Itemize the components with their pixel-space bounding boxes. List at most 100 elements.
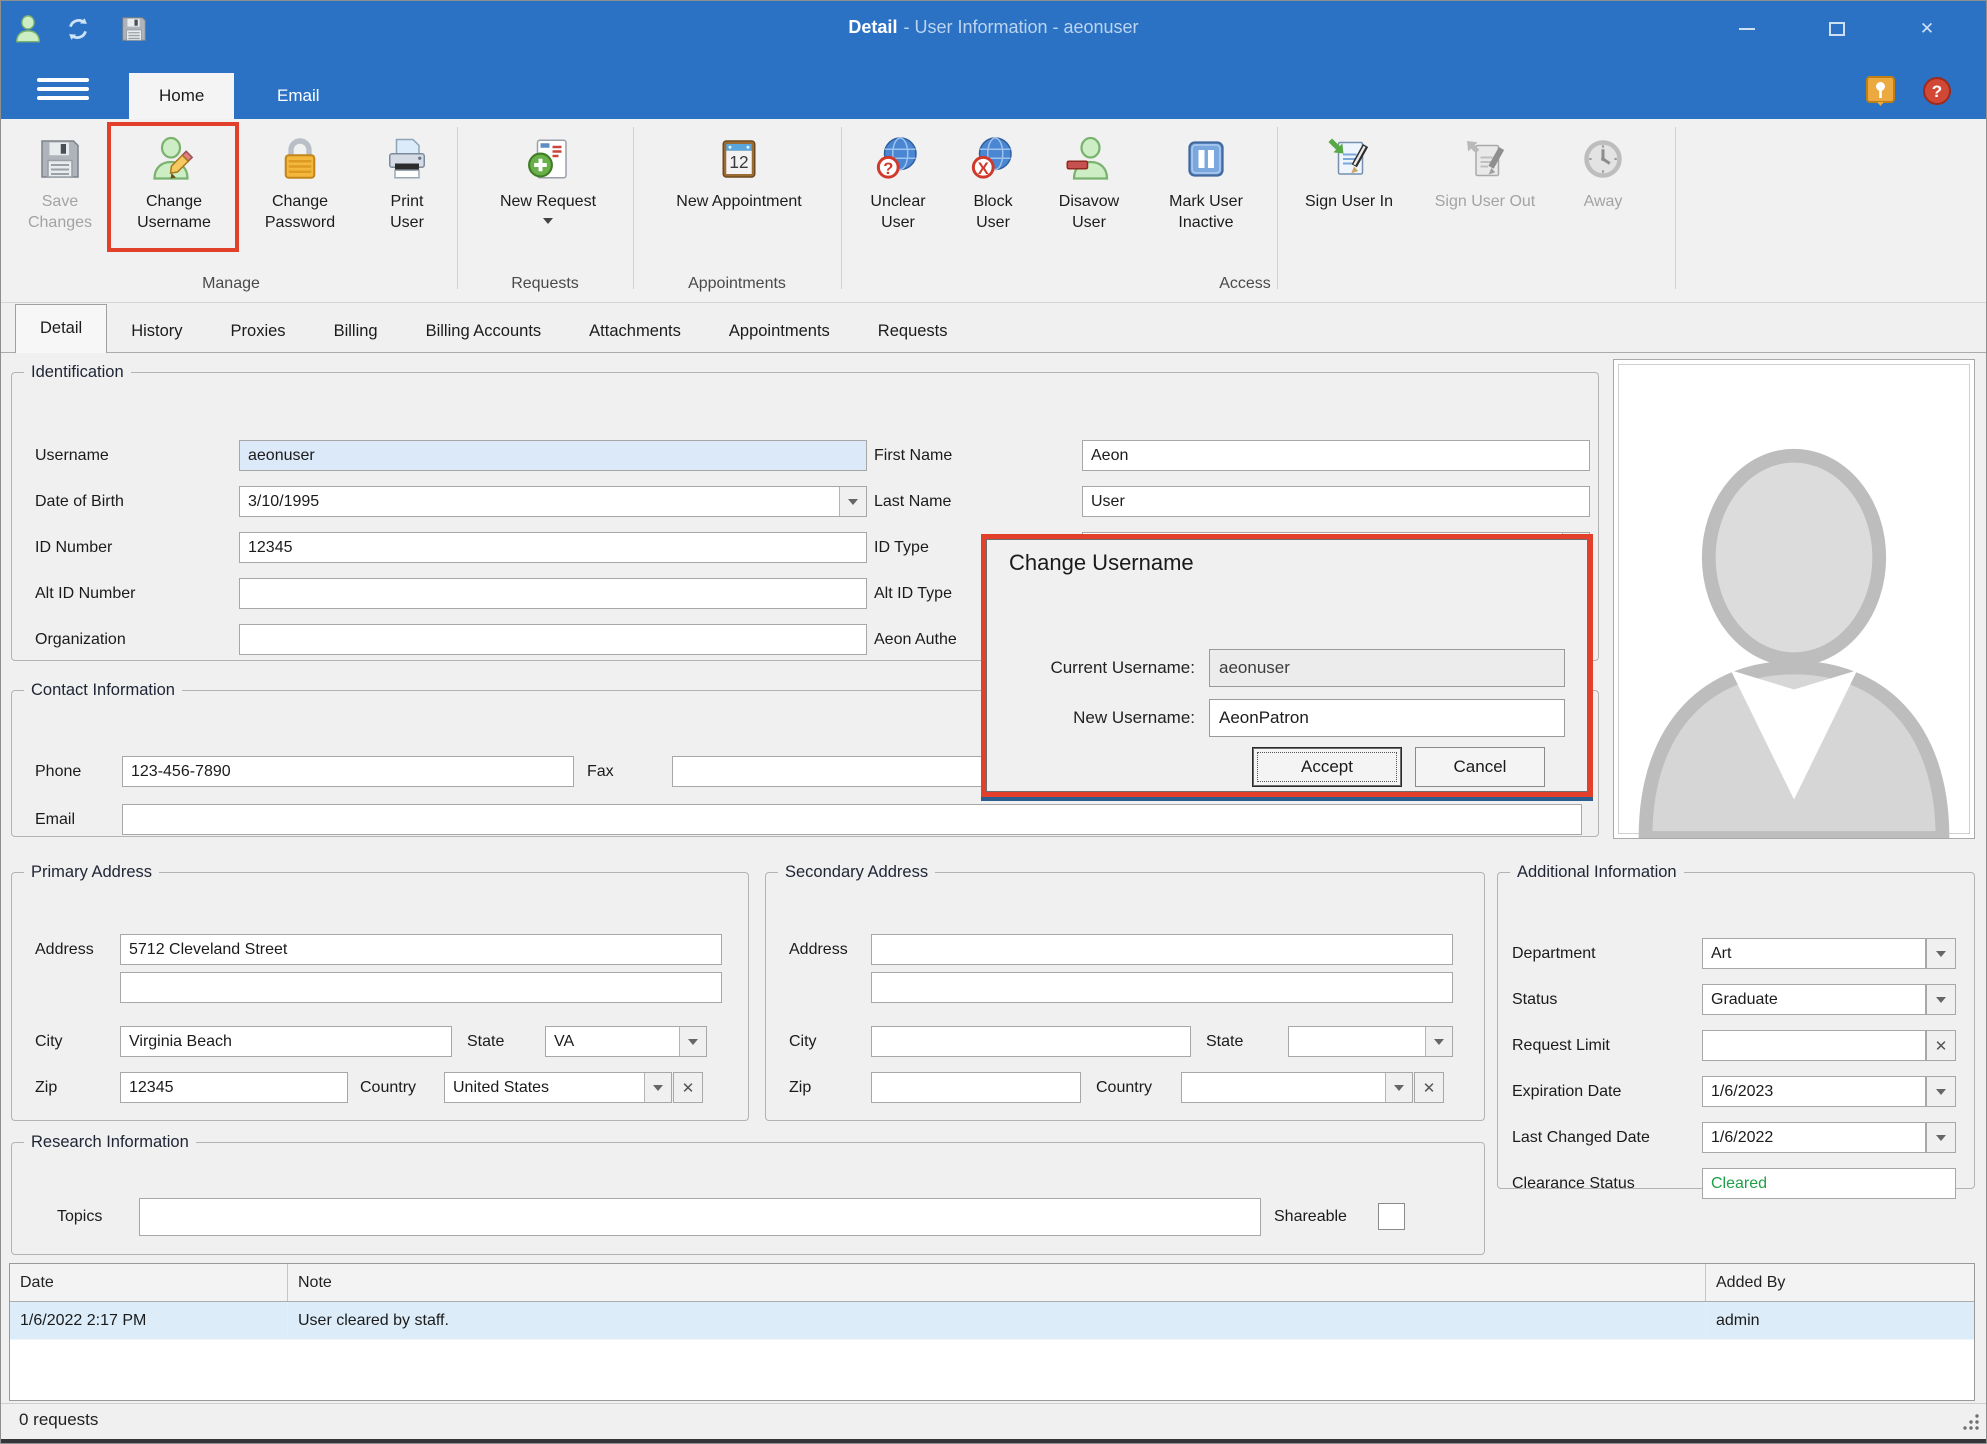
dropdown-arrow-icon[interactable] <box>1425 1027 1452 1056</box>
resize-grip-icon[interactable] <box>1962 1413 1980 1431</box>
change-username-button[interactable]: Change Username <box>113 125 235 273</box>
close-button[interactable]: ✕ <box>1903 13 1951 45</box>
topics-input[interactable] <box>139 1198 1261 1236</box>
clearance-status-input[interactable] <box>1702 1168 1956 1199</box>
accept-button[interactable]: Accept <box>1252 747 1402 787</box>
minimize-button[interactable] <box>1723 13 1771 45</box>
clear-country-icon[interactable] <box>1414 1072 1444 1103</box>
additional-info-legend: Additional Information <box>1510 863 1684 882</box>
tab-proxies[interactable]: Proxies <box>207 310 310 352</box>
alt-id-number-input[interactable] <box>239 578 867 609</box>
cell-note: User cleared by staff. <box>288 1302 1706 1339</box>
clear-country-icon[interactable] <box>673 1072 703 1103</box>
column-header-added-by[interactable]: Added By <box>1706 1264 1974 1301</box>
last-changed-date-input[interactable] <box>1702 1122 1926 1153</box>
tab-requests[interactable]: Requests <box>854 310 972 352</box>
zip-input[interactable] <box>871 1072 1081 1103</box>
save-icon[interactable] <box>113 9 155 49</box>
state-label: State <box>1206 1026 1243 1057</box>
dropdown-arrow-icon[interactable] <box>644 1073 671 1102</box>
clear-request-limit-icon[interactable] <box>1926 1030 1956 1061</box>
mark-user-inactive-button[interactable]: Mark User Inactive <box>1141 125 1271 273</box>
disavow-user-button[interactable]: Disavow User <box>1041 125 1137 273</box>
pin-icon[interactable] <box>1863 73 1899 109</box>
new-request-button[interactable]: New Request <box>469 125 627 273</box>
address2-input[interactable] <box>120 972 722 1003</box>
username-input[interactable] <box>239 440 867 471</box>
address2-input[interactable] <box>871 972 1453 1003</box>
window-title-main: Detail <box>848 17 897 37</box>
dropdown-arrow-icon[interactable] <box>679 1027 706 1056</box>
address-label: Address <box>789 934 848 965</box>
status-label: Status <box>1512 984 1557 1015</box>
cancel-button[interactable]: Cancel <box>1415 747 1545 787</box>
person-pencil-icon <box>150 135 198 183</box>
ribbon: Save Changes Change Username Change Pass… <box>1 119 1986 303</box>
status-bar: 0 requests <box>1 1403 1986 1444</box>
new-username-input[interactable] <box>1209 699 1565 737</box>
dropdown-arrow-icon[interactable] <box>1926 938 1956 969</box>
country-input[interactable] <box>1182 1073 1385 1102</box>
dialog-title: Change Username <box>1009 550 1194 576</box>
last-name-input[interactable] <box>1082 486 1590 517</box>
research-info-group: Research Information Topics Shareable <box>11 1133 1485 1255</box>
shareable-checkbox[interactable] <box>1378 1203 1405 1230</box>
window-title-suffix: - User Information - aeonuser <box>903 17 1138 37</box>
cell-added-by: admin <box>1706 1302 1974 1339</box>
country-input[interactable] <box>445 1073 644 1102</box>
dob-input[interactable] <box>240 487 839 516</box>
id-number-input[interactable] <box>239 532 867 563</box>
tab-history[interactable]: History <box>107 310 206 352</box>
notes-table-header: Date Note Added By <box>10 1264 1974 1302</box>
current-username-input <box>1209 649 1565 687</box>
tab-billing[interactable]: Billing <box>310 310 402 352</box>
id-type-label: ID Type <box>874 532 929 563</box>
dropdown-arrow-icon[interactable] <box>1385 1073 1412 1102</box>
city-input[interactable] <box>120 1026 452 1057</box>
column-header-note[interactable]: Note <box>288 1264 1706 1301</box>
first-name-input[interactable] <box>1082 440 1590 471</box>
request-limit-input[interactable] <box>1702 1030 1926 1061</box>
block-user-button[interactable]: Block User <box>949 125 1037 273</box>
expiration-date-input[interactable] <box>1702 1076 1926 1107</box>
email-input[interactable] <box>122 804 1582 835</box>
tab-attachments[interactable]: Attachments <box>565 310 705 352</box>
address1-input[interactable] <box>871 934 1453 965</box>
organization-input[interactable] <box>239 624 867 655</box>
column-header-date[interactable]: Date <box>10 1264 288 1301</box>
state-input[interactable] <box>1289 1027 1425 1056</box>
dropdown-arrow-icon[interactable] <box>839 487 866 516</box>
city-input[interactable] <box>871 1026 1191 1057</box>
zip-label: Zip <box>789 1072 811 1103</box>
maximize-button[interactable] <box>1813 13 1861 45</box>
state-input[interactable] <box>546 1027 679 1056</box>
dropdown-arrow-icon[interactable] <box>1926 1076 1956 1107</box>
dropdown-arrow-icon[interactable] <box>1926 1122 1956 1153</box>
user-icon[interactable] <box>7 9 49 49</box>
last-name-label: Last Name <box>874 486 951 517</box>
table-row[interactable]: 1/6/2022 2:17 PM User cleared by staff. … <box>10 1302 1974 1340</box>
change-password-button[interactable]: Change Password <box>241 125 359 273</box>
state-label: State <box>467 1026 504 1057</box>
unclear-user-button[interactable]: Unclear User <box>851 125 945 273</box>
phone-input[interactable] <box>122 756 574 787</box>
department-input[interactable] <box>1702 938 1926 969</box>
sync-icon[interactable] <box>57 9 99 49</box>
tab-appointments[interactable]: Appointments <box>705 310 854 352</box>
ribbon-tab-email[interactable]: Email <box>247 73 350 119</box>
tab-billing-accounts[interactable]: Billing Accounts <box>402 310 566 352</box>
new-appointment-button[interactable]: New Appointment <box>643 125 835 273</box>
city-label: City <box>789 1026 817 1057</box>
tab-detail[interactable]: Detail <box>15 304 107 353</box>
ribbon-tab-home[interactable]: Home <box>129 73 234 119</box>
address1-input[interactable] <box>120 934 722 965</box>
primary-address-group: Primary Address Address City State Zip C… <box>11 863 749 1121</box>
menu-icon[interactable] <box>37 73 89 105</box>
zip-input[interactable] <box>120 1072 348 1103</box>
status-input[interactable] <box>1702 984 1926 1015</box>
help-icon[interactable] <box>1919 73 1955 109</box>
globe-question-icon <box>874 135 922 183</box>
sign-user-in-button[interactable]: Sign User In <box>1287 125 1411 273</box>
dropdown-arrow-icon[interactable] <box>1926 984 1956 1015</box>
print-user-button[interactable]: Print User <box>363 125 451 273</box>
